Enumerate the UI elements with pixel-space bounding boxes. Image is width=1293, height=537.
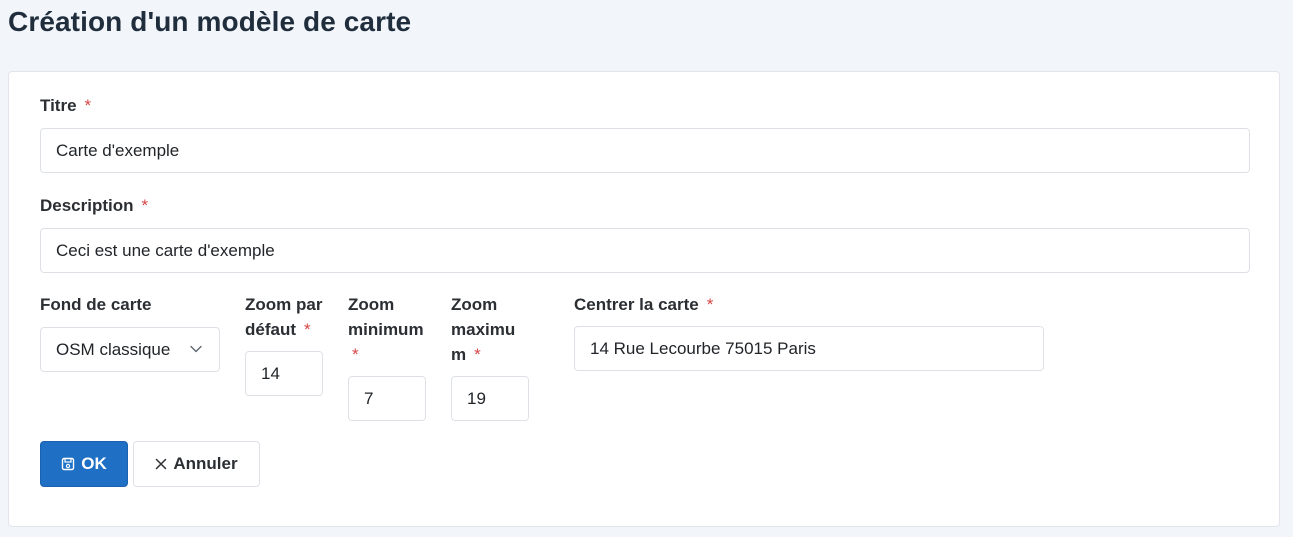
close-icon — [155, 458, 167, 470]
save-icon — [61, 457, 75, 471]
required-mark: * — [304, 320, 311, 339]
zoom-defaut-input[interactable]: 14 — [245, 351, 323, 396]
centre-label-text: Centrer la carte — [574, 295, 699, 314]
centre-input[interactable]: 14 Rue Lecourbe 75015 Paris — [574, 326, 1044, 371]
required-mark: * — [706, 295, 714, 314]
form-card: Titre * Carte d'exemple Description * Ceci… — [8, 71, 1280, 527]
zoom-max-label: Zoom maximu m * — [451, 292, 515, 367]
description-label-text: Description — [40, 196, 134, 215]
required-mark: * — [474, 345, 481, 364]
zoom-min-label-line1: Zoom — [348, 295, 395, 314]
fond-select[interactable]: OSM classique — [40, 327, 220, 372]
zoom-max-label-line3: m — [451, 345, 467, 364]
required-mark: * — [352, 345, 359, 364]
required-mark: * — [84, 96, 92, 115]
zoom-defaut-label-line1: Zoom par — [245, 295, 323, 314]
cancel-button[interactable]: Annuler — [133, 441, 260, 487]
zoom-min-input[interactable]: 7 — [348, 376, 426, 421]
page-title: Création d'un modèle de carte — [8, 6, 412, 37]
titre-input[interactable]: Carte d'exemple — [40, 128, 1250, 173]
zoom-min-label-line2: minimum — [348, 320, 424, 339]
zoom-min-label: Zoom minimum * — [348, 292, 424, 367]
chevron-down-icon — [189, 342, 203, 356]
zoom-defaut-label-line2: défaut — [245, 320, 296, 339]
ok-button-label: OK — [81, 454, 107, 473]
titre-label-text: Titre — [40, 96, 77, 115]
centre-label: Centrer la carte * — [574, 292, 713, 317]
description-label: Description * — [40, 193, 148, 218]
cancel-button-label: Annuler — [173, 454, 238, 473]
zoom-defaut-label: Zoom par défaut * — [245, 292, 322, 342]
zoom-max-input[interactable]: 19 — [451, 376, 529, 421]
titre-label: Titre * — [40, 93, 91, 118]
zoom-max-label-line1: Zoom — [451, 295, 498, 314]
zoom-max-label-line2: maximu — [451, 320, 516, 339]
fond-select-value: OSM classique — [56, 340, 171, 359]
fond-label: Fond de carte — [40, 295, 152, 314]
ok-button[interactable]: OK — [40, 441, 128, 487]
description-input[interactable]: Ceci est une carte d'exemple — [40, 228, 1250, 273]
required-mark: * — [141, 196, 149, 215]
